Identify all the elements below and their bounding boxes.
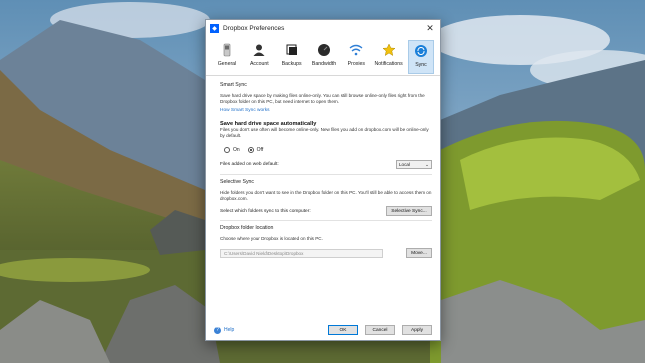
preferences-dialog: ◆ Dropbox Preferences ✕ General Account … [205, 19, 441, 341]
dialog-footer: ? Help OK Cancel Apply [206, 320, 440, 340]
folder-location-section: Dropbox folder location Choose where you… [220, 220, 432, 258]
help-icon: ? [214, 326, 221, 334]
wifi-icon [349, 44, 363, 56]
folder-location-row: C:\Users\David Nield\Desktop\Dropbox Mov… [220, 248, 432, 258]
tab-label: Account [249, 61, 269, 67]
apply-button[interactable]: Apply [402, 325, 432, 335]
smart-sync-description: Save hard drive space by making files on… [220, 93, 425, 104]
person-icon [253, 44, 265, 56]
tab-account[interactable]: Account [246, 40, 272, 74]
star-icon [382, 43, 396, 57]
preferences-toolbar: General Account Backups Bandwidth Proxie… [206, 36, 440, 76]
tab-label: Bandwidth [311, 61, 337, 67]
files-default-select[interactable]: Local ⌄ [396, 160, 432, 169]
chevron-down-icon: ⌄ [425, 161, 429, 167]
selective-sync-label: Select which folders sync to this comput… [220, 208, 311, 214]
folder-location-description: Choose where your Dropbox is located on … [220, 236, 323, 241]
tab-sync[interactable]: Sync [407, 40, 434, 74]
smart-sync-section: Smart Sync Save hard drive space by maki… [220, 82, 432, 169]
title-bar: ◆ Dropbox Preferences ✕ [206, 20, 440, 36]
tab-notifications[interactable]: Notifications [374, 40, 403, 74]
files-default-label: Files added on web default: [220, 162, 279, 167]
radio-off[interactable] [247, 147, 254, 153]
help-label: Help [224, 327, 235, 333]
backups-icon [286, 44, 297, 55]
tab-label: Proxies [347, 61, 365, 67]
window-title: Dropbox Preferences [223, 24, 285, 32]
save-space-description: Files you don't use often will become on… [220, 127, 429, 138]
section-header: Smart Sync [220, 82, 247, 88]
section-header: Selective Sync [220, 179, 255, 185]
tab-label: Sync [415, 62, 427, 68]
tab-label: General [217, 61, 237, 67]
sync-icon [414, 45, 427, 57]
smart-sync-help-link[interactable]: How Smart Sync works [220, 108, 432, 113]
ok-button[interactable]: OK [328, 325, 358, 335]
selective-sync-section: Selective Sync Hide folders you don't wa… [220, 174, 432, 216]
folder-path-field: C:\Users\David Nield\Desktop\Dropbox [220, 248, 383, 258]
gauge-icon [317, 44, 330, 56]
sync-settings-panel: Smart Sync Save hard drive space by maki… [220, 82, 432, 258]
dropbox-logo-icon: ◆ [210, 23, 219, 33]
close-button[interactable]: ✕ [424, 22, 436, 34]
switch-icon [223, 43, 231, 57]
section-header: Dropbox folder location [220, 225, 274, 231]
radio-off-label: Off [256, 147, 264, 153]
cancel-button[interactable]: Cancel [365, 325, 395, 335]
tab-label: Notifications [374, 61, 403, 67]
selective-sync-description: Hide folders you don't want to see in th… [220, 190, 432, 201]
files-default-row: Files added on web default: Local ⌄ [220, 160, 432, 169]
files-default-value: Local [399, 162, 410, 167]
tab-bandwidth[interactable]: Bandwidth [311, 40, 337, 74]
radio-on[interactable] [224, 147, 230, 153]
radio-on-label: On [233, 147, 240, 153]
help-link[interactable]: ? Help [214, 326, 321, 334]
selective-sync-button[interactable]: Selective Sync... [386, 206, 432, 216]
tab-label: Backups [281, 61, 302, 67]
move-button[interactable]: Move... [406, 248, 432, 258]
tab-general[interactable]: General [214, 40, 240, 74]
selective-sync-row: Select which folders sync to this comput… [220, 206, 432, 216]
save-space-options: On Off [224, 147, 432, 153]
tab-proxies[interactable]: Proxies [343, 40, 369, 74]
tab-backups[interactable]: Backups [279, 40, 305, 74]
